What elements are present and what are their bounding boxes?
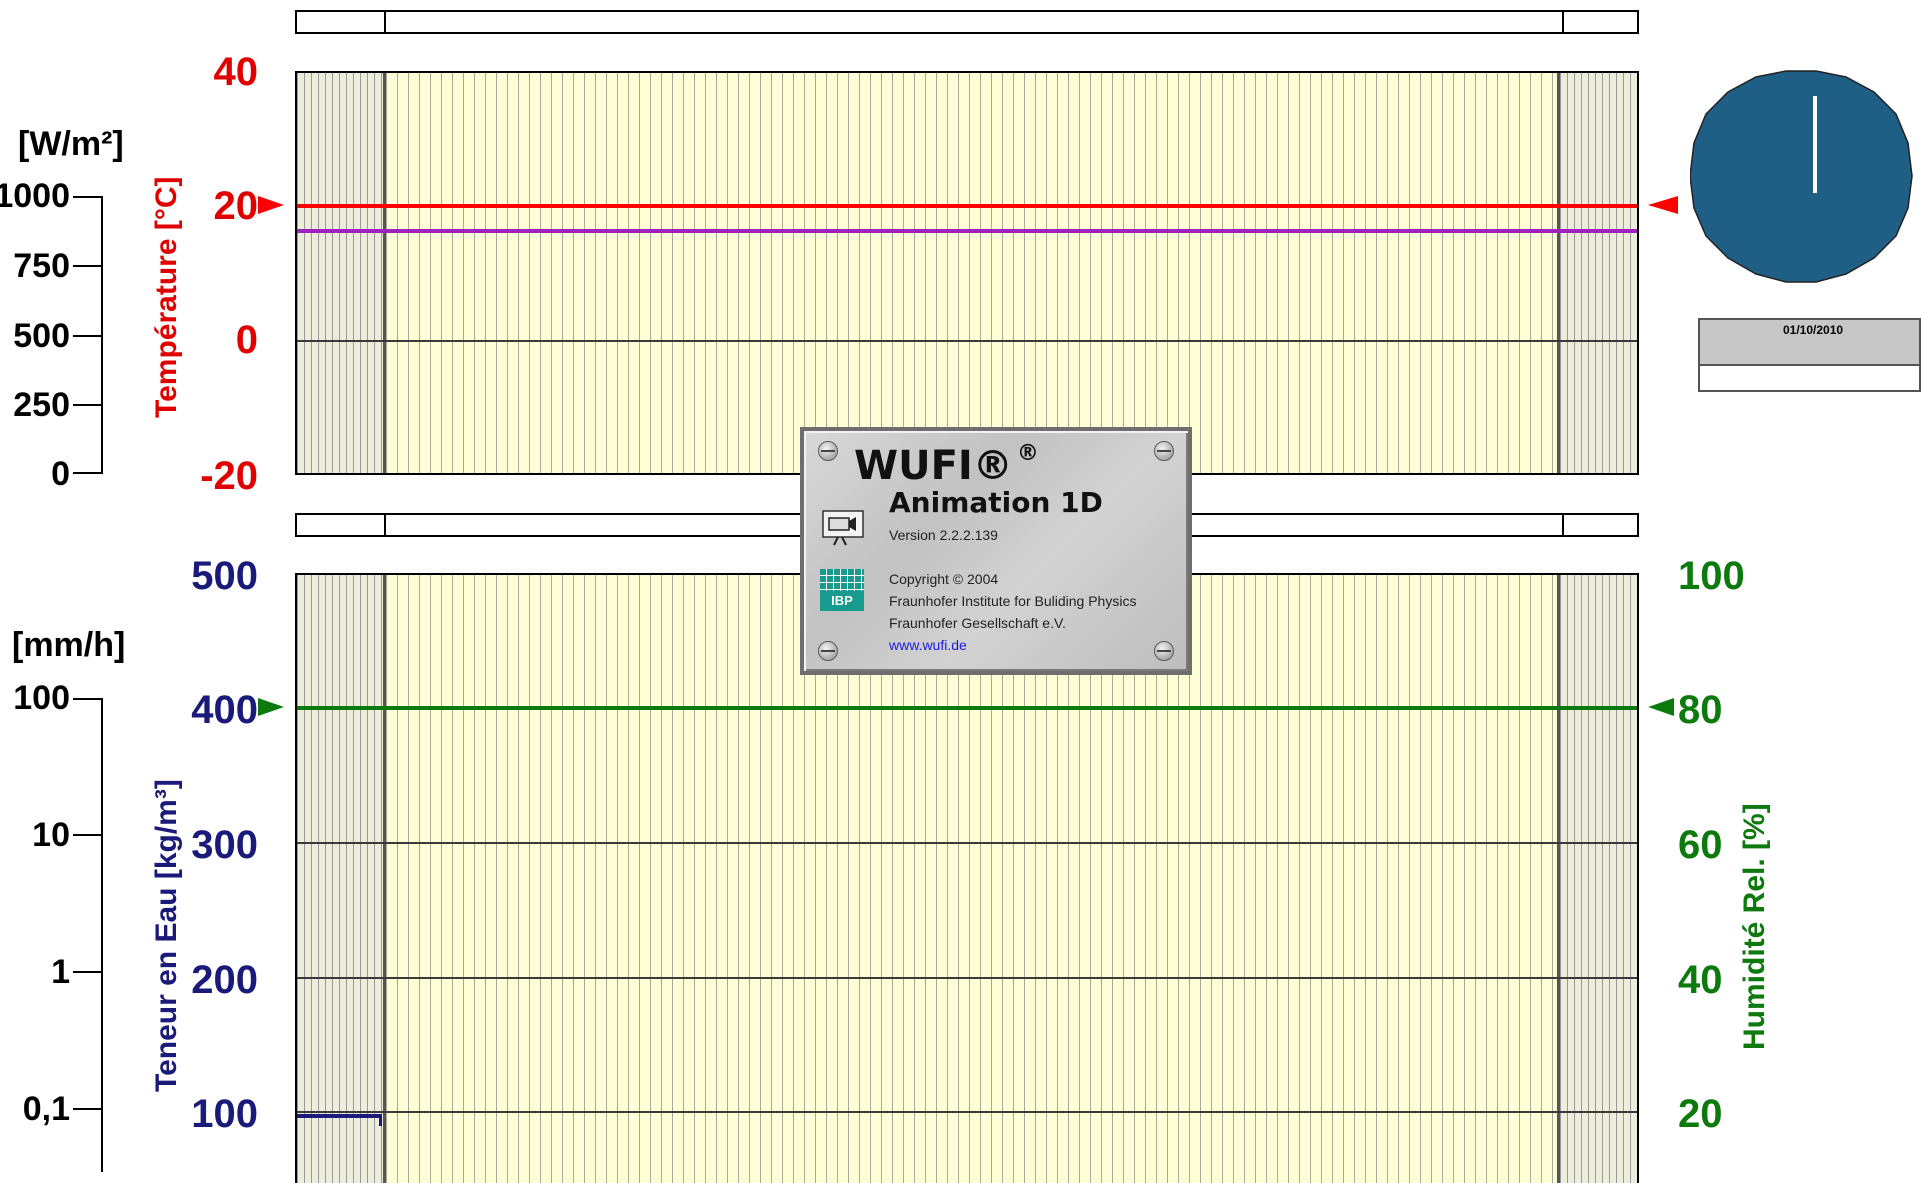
- humidity-tick: 20: [1678, 1092, 1723, 1136]
- humidity-axis-label: Humidité Rel. [%]: [1738, 803, 1771, 1050]
- splash-url-link[interactable]: www.wufi.de: [889, 637, 967, 653]
- water-content-left-marker: [258, 698, 284, 716]
- humidity-line: [297, 706, 1637, 710]
- radiation-tick-label: 500: [13, 317, 70, 355]
- top-layer-header: [295, 10, 1639, 34]
- rain-tick-label: 0,1: [22, 1090, 70, 1128]
- clock-date: 01/10/2010: [1783, 323, 1844, 337]
- rain-tick-label: 10: [32, 816, 70, 854]
- radiation-tick-label: 0: [51, 455, 70, 493]
- water-content-tick: 300: [191, 823, 258, 867]
- water-content-tick: 500: [191, 554, 258, 598]
- clock-face: [1690, 70, 1913, 283]
- screw-icon: [1154, 441, 1174, 461]
- rain-tick-label: 100: [13, 679, 70, 717]
- ibp-logo-icon: IBP: [820, 569, 864, 611]
- temperature-tick: 20: [213, 184, 259, 228]
- splash-version: Version 2.2.2.139: [889, 527, 998, 543]
- rain-tick-label: 1: [51, 953, 70, 991]
- radiation-tick-label: 250: [13, 386, 70, 424]
- bottom-left-unit: [mm/h]: [12, 626, 126, 664]
- water-content-tick: 400: [191, 688, 258, 732]
- temperature-tick: 0: [235, 318, 258, 362]
- grid-line: [297, 1111, 1637, 1113]
- grid-line: [297, 340, 1637, 342]
- screw-icon: [818, 641, 838, 661]
- about-splash-panel[interactable]: WUFI® ® Animation 1D Version 2.2.2.139 IB…: [800, 427, 1192, 675]
- temperature-axis-label: Température [°C]: [150, 176, 183, 418]
- temperature-tick: -20: [200, 454, 258, 498]
- temperature-left-marker: [258, 196, 284, 214]
- grid-line: [297, 842, 1637, 844]
- top-left-unit: [W/m²]: [18, 125, 124, 163]
- clock-date-box-lower: [1698, 366, 1921, 392]
- temperature-right-marker: [1648, 196, 1678, 214]
- splash-title-text: WUFI®: [854, 443, 1013, 489]
- humidity-right-marker: [1648, 698, 1674, 716]
- radiation-tick-label: 1000: [0, 177, 70, 215]
- screw-icon: [1154, 641, 1174, 661]
- humidity-tick: 40: [1678, 958, 1723, 1002]
- splash-copyright: Copyright © 2004: [889, 571, 999, 587]
- ibp-logo-text: IBP: [831, 593, 853, 608]
- water-content-line-edge: [379, 1114, 382, 1126]
- humidity-tick: 60: [1678, 823, 1723, 867]
- screw-icon: [818, 441, 838, 461]
- grid-line: [297, 977, 1637, 979]
- temperature-line: [297, 204, 1637, 208]
- splash-org2: Fraunhofer Gesellschaft e.V.: [889, 615, 1066, 631]
- temperature-line-2: [297, 229, 1637, 233]
- splash-title: WUFI® ®: [854, 441, 1039, 489]
- splash-org1: Fraunhofer Institute for Buliding Physic…: [889, 593, 1137, 609]
- water-content-line: [297, 1114, 381, 1118]
- movie-camera-icon: [822, 510, 864, 546]
- splash-product: Animation 1D: [889, 486, 1103, 519]
- rain-scale: [73, 698, 103, 1172]
- water-content-tick: 100: [191, 1092, 258, 1136]
- temperature-tick: 40: [213, 50, 259, 94]
- water-content-tick: 200: [191, 958, 258, 1002]
- top-plot-area[interactable]: [295, 71, 1639, 475]
- splash-title-reg: ®: [1016, 441, 1039, 466]
- humidity-tick: 100: [1678, 554, 1745, 598]
- radiation-tick-label: 750: [13, 247, 70, 285]
- humidity-tick: 80: [1678, 688, 1723, 732]
- water-content-axis-label: Teneur en Eau [kg/m³]: [150, 779, 183, 1092]
